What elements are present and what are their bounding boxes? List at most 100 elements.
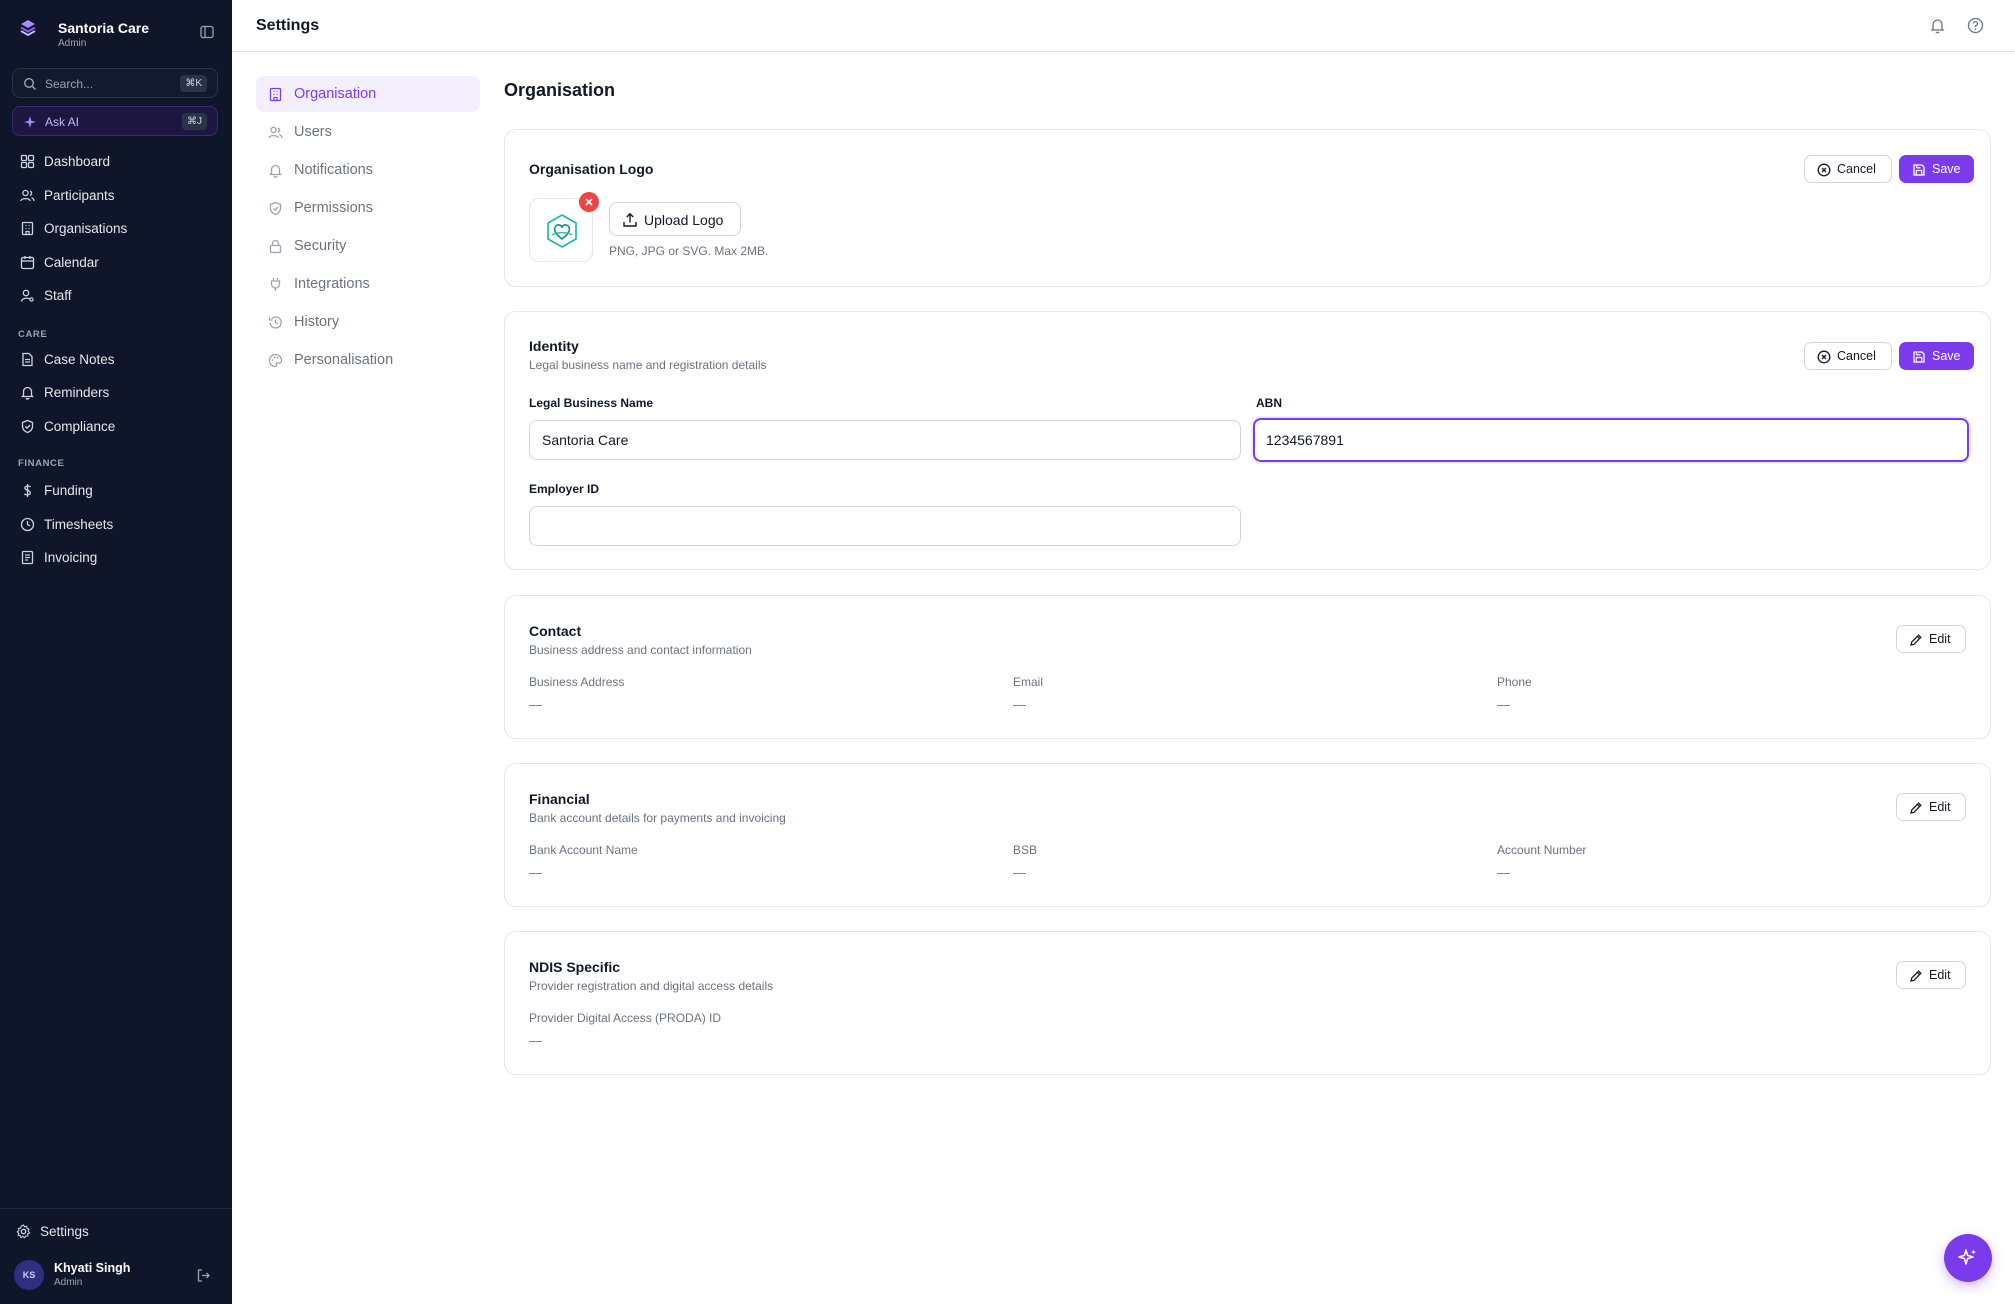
identity-title: Identity bbox=[529, 338, 579, 354]
business-address-value: — bbox=[529, 697, 542, 712]
cancel-button[interactable]: Cancel bbox=[1804, 342, 1892, 370]
logo-card-title: Organisation Logo bbox=[529, 161, 654, 177]
employer-id-input[interactable] bbox=[529, 506, 1241, 546]
sidebar-item-label: Settings bbox=[40, 1224, 89, 1239]
account-number-value: — bbox=[1497, 865, 1510, 880]
settings-tab-history[interactable]: History bbox=[256, 304, 480, 340]
sidebar-item-label: Funding bbox=[44, 483, 93, 498]
sidebar-item-label: Compliance bbox=[44, 419, 116, 434]
sidebar-item-staff[interactable]: Staff bbox=[12, 282, 218, 310]
pencil-icon bbox=[1909, 969, 1923, 983]
sidebar-collapse-icon[interactable] bbox=[199, 24, 215, 40]
settings-tab-label: Personalisation bbox=[294, 352, 394, 368]
sidebar-item-label: Timesheets bbox=[44, 517, 114, 532]
edit-label: Edit bbox=[1929, 968, 1951, 982]
brand[interactable]: Santoria Care Admin bbox=[18, 16, 218, 56]
help-icon[interactable] bbox=[1967, 17, 1984, 34]
sidebar-item-label: Invoicing bbox=[44, 550, 98, 565]
email-label: Email bbox=[1013, 675, 1044, 689]
ndis-card: NDIS Specific Provider registration and … bbox=[504, 931, 1991, 1075]
lock-icon bbox=[268, 239, 283, 254]
gear-icon bbox=[16, 1224, 31, 1239]
save-icon bbox=[1912, 350, 1926, 364]
settings-tab-label: History bbox=[294, 314, 340, 330]
settings-tab-users[interactable]: Users bbox=[256, 114, 480, 150]
settings-tab-label: Integrations bbox=[294, 276, 370, 292]
search-placeholder: Search... bbox=[45, 77, 94, 91]
settings-tab-organisation[interactable]: Organisation bbox=[256, 76, 480, 112]
abn-input[interactable] bbox=[1253, 418, 1969, 462]
bell-icon bbox=[268, 163, 283, 178]
users-icon bbox=[268, 125, 283, 140]
bsb-value: — bbox=[1013, 865, 1026, 880]
identity-subtitle: Legal business name and registration det… bbox=[529, 358, 767, 372]
edit-button[interactable]: Edit bbox=[1896, 625, 1966, 653]
users-icon bbox=[20, 188, 35, 203]
heart-hex-logo-icon bbox=[547, 214, 577, 248]
palette-icon bbox=[268, 353, 283, 368]
bell-icon[interactable] bbox=[1929, 17, 1946, 34]
sidebar-item-timesheets[interactable]: Timesheets bbox=[12, 511, 218, 539]
settings-tab-integrations[interactable]: Integrations bbox=[256, 266, 480, 302]
upload-logo-button[interactable]: Upload Logo bbox=[609, 202, 741, 236]
history-icon bbox=[268, 315, 283, 330]
sidebar-item-participants[interactable]: Participants bbox=[12, 182, 218, 210]
sidebar-item-settings[interactable]: Settings bbox=[12, 1218, 218, 1246]
bell-icon bbox=[20, 385, 35, 400]
settings-tab-notifications[interactable]: Notifications bbox=[256, 152, 480, 188]
edit-button[interactable]: Edit bbox=[1896, 793, 1966, 821]
top-bar: Settings bbox=[232, 0, 2015, 52]
sparkle-icon bbox=[1958, 1249, 1976, 1265]
upload-icon bbox=[622, 212, 638, 228]
legal-name-input[interactable] bbox=[529, 420, 1241, 460]
building-icon bbox=[20, 221, 35, 236]
search-shortcut: ⌘K bbox=[180, 75, 207, 92]
sidebar-item-compliance[interactable]: Compliance bbox=[12, 413, 218, 441]
settings-tab-personalisation[interactable]: Personalisation bbox=[256, 342, 480, 378]
edit-button[interactable]: Edit bbox=[1896, 961, 1966, 989]
logout-icon[interactable] bbox=[196, 1268, 211, 1283]
cancel-button[interactable]: Cancel bbox=[1804, 155, 1892, 183]
user-role: Admin bbox=[54, 1277, 83, 1288]
settings-tab-label: Permissions bbox=[294, 200, 373, 216]
sidebar-item-calendar[interactable]: Calendar bbox=[12, 249, 218, 277]
sidebar-search[interactable]: Search... ⌘K bbox=[12, 68, 218, 98]
ask-ai-button[interactable]: Ask AI ⌘J bbox=[12, 106, 218, 136]
sidebar-item-dashboard[interactable]: Dashboard bbox=[12, 148, 218, 176]
shield-icon bbox=[268, 201, 283, 216]
sidebar-item-label: Staff bbox=[44, 288, 72, 303]
dollar-icon bbox=[20, 483, 35, 498]
sidebar-item-organisations[interactable]: Organisations bbox=[12, 215, 218, 243]
proda-id-label: Provider Digital Access (PRODA) ID bbox=[529, 1011, 722, 1025]
edit-label: Edit bbox=[1929, 632, 1951, 646]
abn-label: ABN bbox=[1256, 396, 1282, 410]
settings-tab-permissions[interactable]: Permissions bbox=[256, 190, 480, 226]
contact-card: Contact Business address and contact inf… bbox=[504, 595, 1991, 739]
sidebar: Santoria Care Admin Search... ⌘K Ask AI … bbox=[0, 0, 232, 1304]
settings-tab-label: Security bbox=[294, 238, 347, 254]
sidebar-item-reminders[interactable]: Reminders bbox=[12, 379, 218, 407]
sidebar-divider bbox=[0, 1208, 232, 1209]
remove-logo-button[interactable] bbox=[579, 192, 599, 212]
save-icon bbox=[1912, 163, 1926, 177]
contact-title: Contact bbox=[529, 623, 582, 639]
cancel-label: Cancel bbox=[1837, 349, 1876, 363]
sidebar-item-funding[interactable]: Funding bbox=[12, 477, 218, 505]
sidebar-item-case-notes[interactable]: Case Notes bbox=[12, 346, 218, 374]
nav-section-finance: FINANCE bbox=[18, 458, 65, 469]
sidebar-item-invoicing[interactable]: Invoicing bbox=[12, 544, 218, 572]
identity-card: Identity Legal business name and registr… bbox=[504, 311, 1991, 570]
ai-assistant-button[interactable] bbox=[1944, 1234, 1992, 1282]
staff-icon bbox=[20, 288, 35, 303]
bank-account-name-value: — bbox=[529, 865, 542, 880]
save-button[interactable]: Save bbox=[1899, 155, 1974, 183]
brand-logo-icon bbox=[18, 18, 38, 38]
save-button[interactable]: Save bbox=[1899, 342, 1974, 370]
sidebar-item-label: Participants bbox=[44, 188, 115, 203]
settings-tab-security[interactable]: Security bbox=[256, 228, 480, 264]
save-label: Save bbox=[1932, 349, 1961, 363]
sidebar-item-label: Calendar bbox=[44, 255, 99, 270]
user-profile[interactable]: KS Khyati Singh Admin bbox=[14, 1258, 220, 1292]
contact-subtitle: Business address and contact information bbox=[529, 643, 752, 657]
logo-card: Organisation Logo Cancel Save Upload Log… bbox=[504, 129, 1991, 287]
